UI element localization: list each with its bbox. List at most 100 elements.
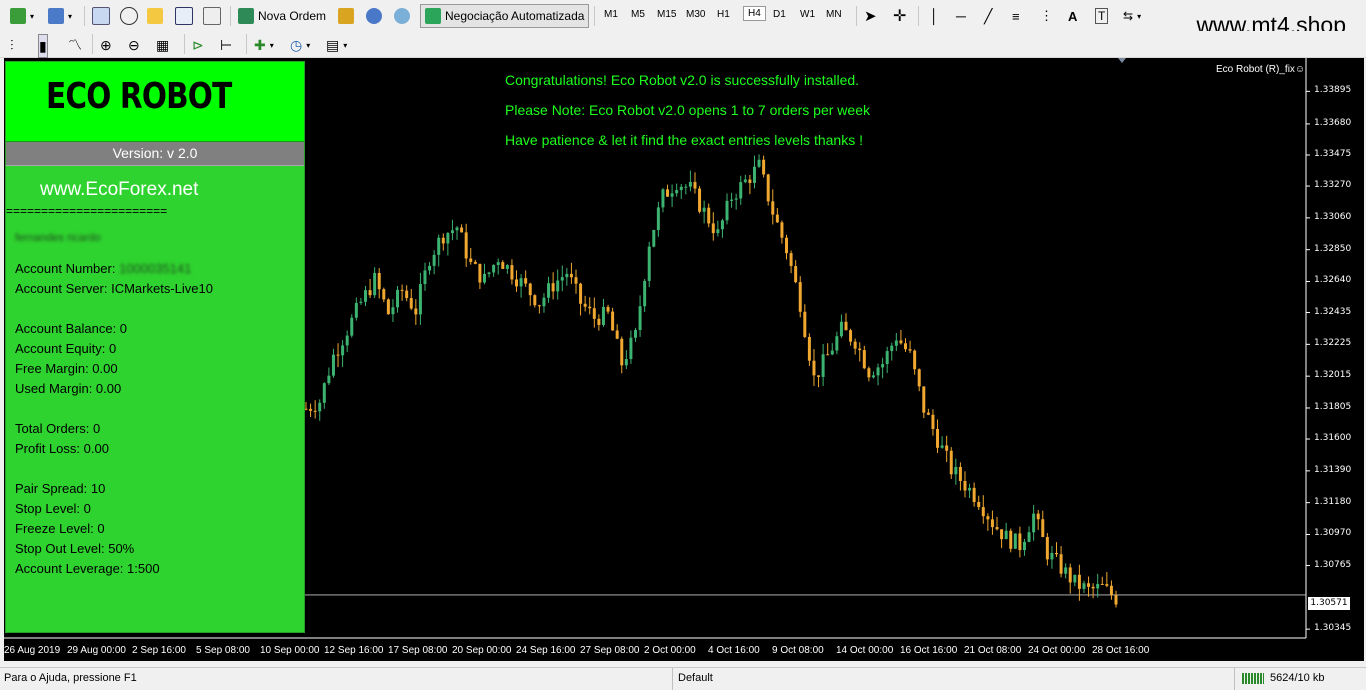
message-patience: Have patience & let it find the exact en… [505,132,863,148]
stop-level: Stop Level: 0 [15,501,91,516]
trendline-button[interactable]: ╱ [984,5,992,27]
vertical-line-button[interactable]: │ [930,5,939,27]
candle-body [817,375,821,377]
templates-button[interactable]: ▤ ▾ [326,34,347,56]
time-tick-label: 27 Sep 08:00 [580,645,640,656]
timeframe-m15[interactable]: M15 [657,9,676,20]
candle-body [620,338,624,366]
candle-body [579,283,583,304]
candle-body [730,199,734,201]
candle-body [981,507,985,517]
indicator-label: Eco Robot (R)_fix☺ [1216,64,1306,75]
gold-button[interactable] [338,5,354,27]
zoom-out-button[interactable]: ⊖ [128,34,140,56]
new-order-icon [238,8,254,24]
new-order-button[interactable]: Nova Ordem [238,5,326,27]
arrows-button[interactable]: ⇆ ▾ [1123,5,1141,27]
text-label-button[interactable]: T [1095,5,1109,27]
candle-body [396,289,400,308]
indicators-button[interactable]: ✚ ▾ [254,34,274,56]
candle-body [968,487,972,491]
tile-button[interactable]: ▦ [156,34,169,56]
candle-body [1105,584,1109,586]
candle-body [391,307,395,315]
new-chart-icon [10,8,26,24]
candle-body [757,159,761,167]
candlestick-button[interactable]: ▮ [38,34,48,58]
candle-body [1013,533,1017,549]
candle-body [1059,554,1063,574]
candle-body [629,337,633,360]
text-button[interactable]: A [1068,5,1077,27]
account-equity: Account Equity: 0 [15,341,117,356]
timeframe-h4[interactable]: H4 [743,6,766,21]
toolbar-divider [246,34,247,54]
periods-button[interactable]: ◷ ▾ [290,34,310,56]
timeframe-mn[interactable]: MN [826,9,842,20]
cursor-button[interactable]: ➤ [864,5,877,27]
candle-body [871,375,875,378]
time-tick-label: 28 Oct 16:00 [1092,645,1150,656]
channel-icon: ⋮ [1040,8,1053,23]
profiles-button[interactable]: ▾ [48,5,72,27]
freeze-level: Freeze Level: 0 [15,521,105,536]
candle-body [551,283,555,292]
horizontal-line-button[interactable]: ─ [956,5,966,27]
candle-body [336,354,340,356]
zoom-in-button[interactable]: ⊕ [100,34,112,56]
connection-bars-icon [1242,673,1264,684]
candle-body [382,289,386,300]
candle-body [473,261,477,264]
candle-body [771,201,775,215]
timeframe-m1[interactable]: M1 [604,9,618,20]
new-chart-button[interactable]: ▾ [10,5,34,27]
candle-body [487,272,491,274]
zoom-out-icon: ⊖ [128,36,140,53]
auto-trading-button[interactable]: Negociação Automatizada [420,4,590,28]
properties-button[interactable] [92,5,110,27]
time-tick-label: 2 Sep 16:00 [132,645,186,656]
people-button[interactable] [366,5,382,27]
candle-body [363,290,367,302]
candle-body [510,265,514,280]
crosshair-move-icon [120,7,138,25]
time-tick-label: 9 Oct 08:00 [772,645,824,656]
candle-body [894,340,898,346]
signals-button[interactable] [394,5,410,27]
time-tick-label: 16 Oct 16:00 [900,645,958,656]
status-divider [1234,668,1235,690]
candle-body [945,445,949,451]
candle-body [1109,585,1113,596]
candle-body [990,519,994,528]
crosshair-move-button[interactable] [120,5,138,27]
account-number-value: 1000035141 [119,261,192,276]
crosshair-button[interactable]: ✛ [893,5,906,27]
timeframe-h1[interactable]: H1 [717,9,730,20]
favorites-button[interactable] [147,5,163,27]
candle-body [725,200,729,221]
candle-body [789,253,793,267]
autoscroll-button[interactable]: ⊳ [192,34,204,56]
candle-body [318,402,322,412]
zoom-window-button[interactable] [203,5,221,27]
candle-body [1082,583,1086,589]
channel-button[interactable]: ⋮ [1040,5,1053,27]
bar-chart-button[interactable]: ⫶ [10,34,14,56]
candle-body [958,467,962,481]
timeframe-m30[interactable]: M30 [686,9,705,20]
cursor-icon: ➤ [864,8,877,25]
chart-shift-button[interactable]: ⊢ [220,34,232,56]
navigator-button[interactable] [175,5,193,27]
candle-body [588,306,592,309]
fibonacci-button[interactable]: ≡ [1012,5,1020,27]
candle-body [643,280,647,307]
line-chart-button[interactable]: 〽 [68,34,82,56]
candle-body [926,412,930,415]
timeframe-d1[interactable]: D1 [773,9,786,20]
candle-body [1064,567,1068,574]
candle-body [400,289,404,291]
timeframe-w1[interactable]: W1 [800,9,815,20]
candle-body [450,230,454,234]
timeframe-m5[interactable]: M5 [631,9,645,20]
people-icon [366,8,382,24]
